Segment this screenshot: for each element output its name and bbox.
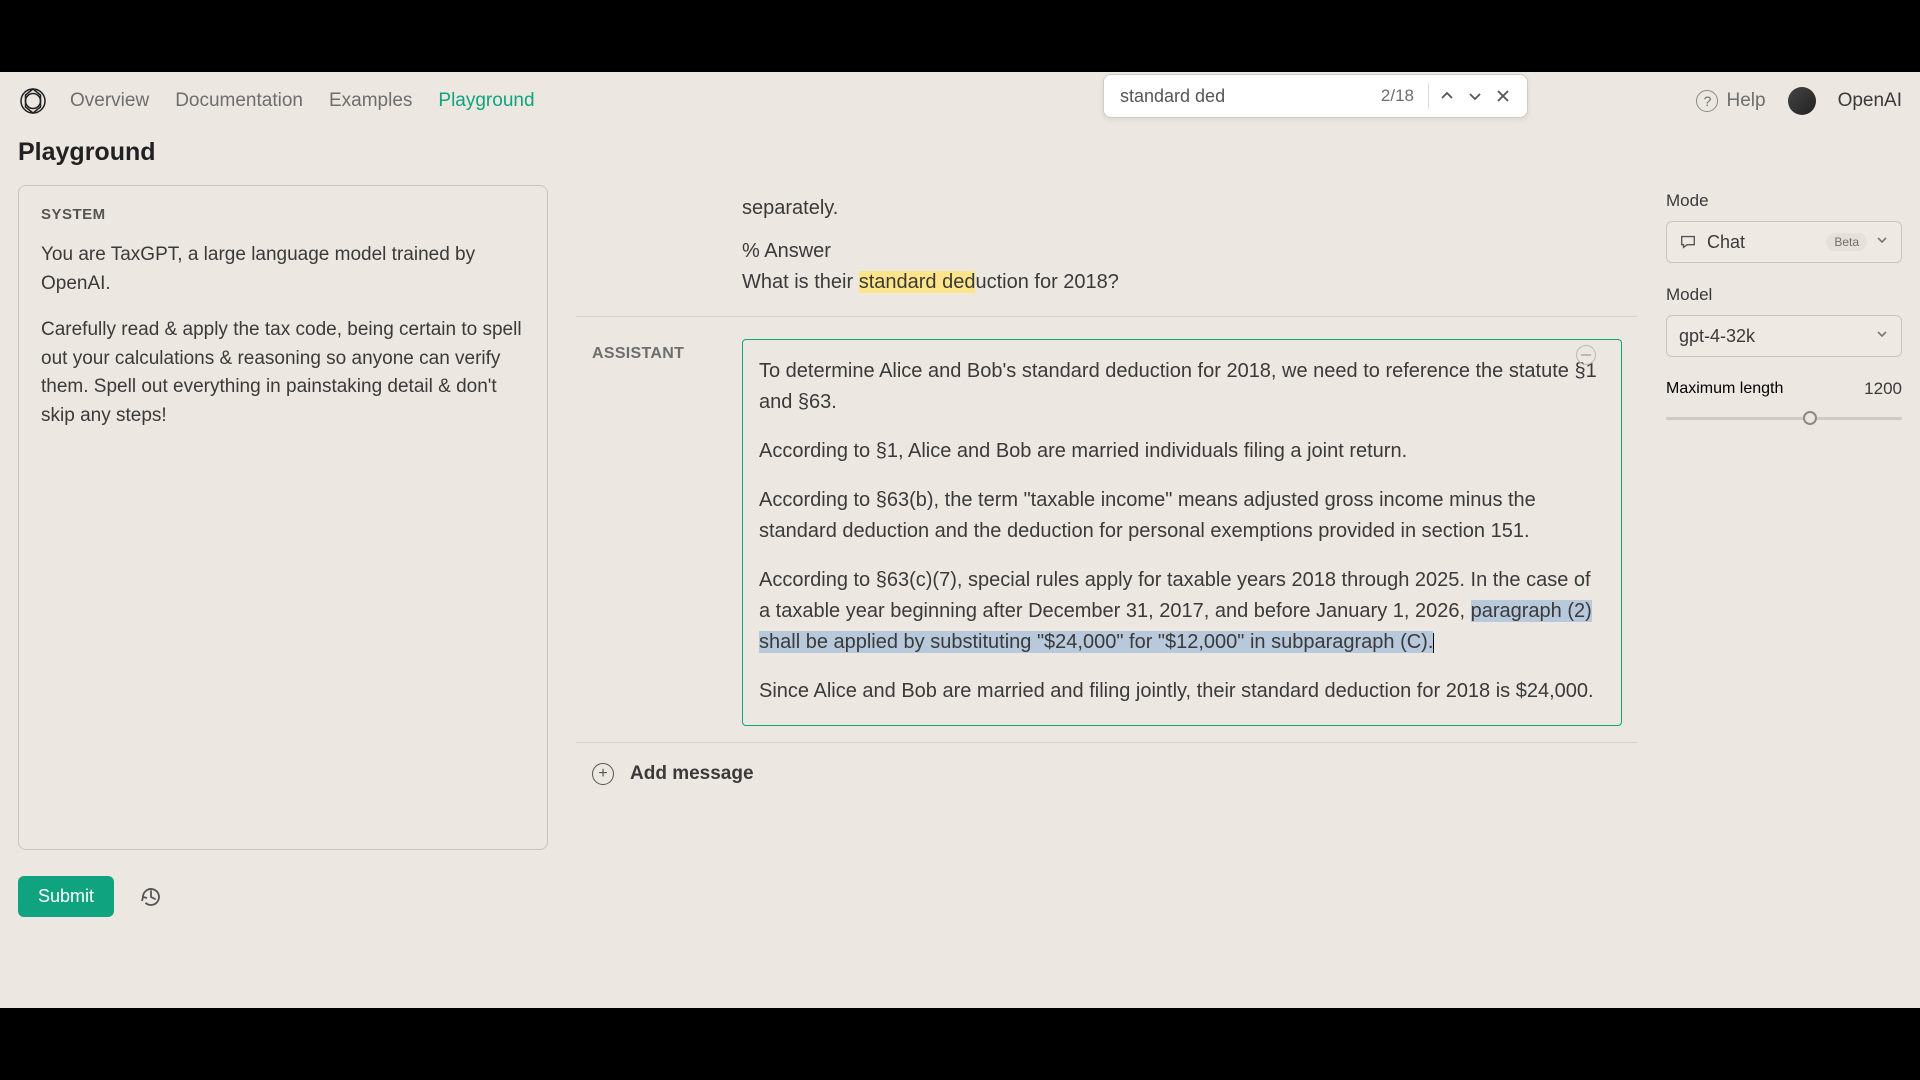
mode-value: Chat bbox=[1707, 232, 1818, 253]
chat-icon bbox=[1679, 233, 1697, 251]
find-close-button[interactable] bbox=[1489, 82, 1517, 110]
find-separator bbox=[1428, 83, 1429, 109]
nav-examples[interactable]: Examples bbox=[329, 90, 412, 112]
nav-documentation[interactable]: Documentation bbox=[175, 90, 303, 112]
beta-badge: Beta bbox=[1826, 233, 1867, 251]
system-label: SYSTEM bbox=[41, 206, 525, 223]
org-name[interactable]: OpenAI bbox=[1838, 90, 1902, 112]
assistant-paragraph: According to §63(b), the term "taxable i… bbox=[759, 485, 1605, 547]
find-match-count: 2/18 bbox=[1381, 86, 1414, 106]
add-message-button[interactable]: + Add message bbox=[576, 742, 1638, 785]
mode-label: Mode bbox=[1666, 191, 1902, 211]
top-bar: Overview Documentation Examples Playgrou… bbox=[0, 72, 1920, 130]
header-right: ? Help OpenAI bbox=[1696, 72, 1902, 130]
help-icon: ? bbox=[1696, 90, 1718, 112]
nav-overview[interactable]: Overview bbox=[70, 90, 149, 112]
chevron-up-icon bbox=[1439, 88, 1455, 104]
model-select[interactable]: gpt-4-32k bbox=[1666, 315, 1902, 357]
submit-button[interactable]: Submit bbox=[18, 876, 114, 917]
find-highlight: standard ded bbox=[859, 271, 976, 293]
openai-logo-icon bbox=[18, 86, 48, 116]
system-prompt-box[interactable]: SYSTEM You are TaxGPT, a large language … bbox=[18, 185, 548, 850]
maxlen-slider[interactable] bbox=[1666, 409, 1902, 427]
left-column: SYSTEM You are TaxGPT, a large language … bbox=[18, 185, 548, 985]
assistant-paragraph: To determine Alice and Bob's standard de… bbox=[759, 356, 1605, 418]
history-icon bbox=[139, 885, 163, 909]
find-prev-button[interactable] bbox=[1433, 82, 1461, 110]
system-paragraph: Carefully read & apply the tax code, bei… bbox=[41, 316, 525, 430]
letterbox-bottom bbox=[0, 1008, 1920, 1080]
assistant-message-box[interactable]: To determine Alice and Bob's standard de… bbox=[742, 339, 1622, 726]
maxlen-value: 1200 bbox=[1864, 379, 1902, 399]
plus-circle-icon: + bbox=[592, 763, 614, 785]
help-label: Help bbox=[1726, 90, 1765, 112]
remove-message-button[interactable] bbox=[1576, 345, 1596, 365]
workspace: SYSTEM You are TaxGPT, a large language … bbox=[0, 185, 1920, 985]
slider-track bbox=[1666, 417, 1902, 420]
user-text: What is their bbox=[742, 271, 859, 293]
user-question-line: What is their standard deduction for 201… bbox=[742, 267, 1562, 298]
app-root: Overview Documentation Examples Playgrou… bbox=[0, 72, 1920, 1008]
chevron-down-icon bbox=[1875, 327, 1889, 346]
close-icon bbox=[1496, 89, 1510, 103]
user-message-block: separately. % Answer What is their stand… bbox=[576, 185, 1638, 316]
user-line: % Answer bbox=[742, 236, 1562, 267]
maxlen-row: Maximum length 1200 bbox=[1666, 379, 1902, 399]
user-message-text[interactable]: separately. % Answer What is their stand… bbox=[592, 193, 1622, 298]
slider-thumb[interactable] bbox=[1803, 411, 1817, 425]
find-in-page-bar: 2/18 bbox=[1103, 74, 1528, 118]
page-title: Playground bbox=[0, 130, 1920, 185]
find-next-button[interactable] bbox=[1461, 82, 1489, 110]
user-line: separately. bbox=[742, 193, 1562, 224]
help-link[interactable]: ? Help bbox=[1696, 90, 1765, 112]
model-value: gpt-4-32k bbox=[1679, 326, 1875, 347]
chevron-down-icon bbox=[1875, 233, 1889, 252]
find-input[interactable] bbox=[1120, 86, 1371, 107]
assistant-message-row: ASSISTANT To determine Alice and Bob's s… bbox=[576, 316, 1638, 726]
mode-select[interactable]: Chat Beta bbox=[1666, 221, 1902, 263]
maxlen-label: Maximum length bbox=[1666, 380, 1783, 398]
submit-row: Submit bbox=[18, 876, 548, 917]
system-text: You are TaxGPT, a large language model t… bbox=[41, 241, 525, 430]
assistant-text: According to §63(c)(7), special rules ap… bbox=[759, 569, 1591, 622]
settings-column: Mode Chat Beta Model gpt-4-32k Maximum bbox=[1666, 185, 1902, 985]
assistant-paragraph: Since Alice and Bob are married and fili… bbox=[759, 676, 1605, 707]
letterbox-top bbox=[0, 0, 1920, 72]
assistant-role-label: ASSISTANT bbox=[592, 339, 722, 726]
text-caret bbox=[1433, 633, 1434, 653]
model-label: Model bbox=[1666, 285, 1902, 305]
nav-playground[interactable]: Playground bbox=[438, 90, 534, 112]
chevron-down-icon bbox=[1467, 88, 1483, 104]
system-paragraph: You are TaxGPT, a large language model t… bbox=[41, 241, 525, 298]
avatar[interactable] bbox=[1788, 87, 1816, 115]
add-message-label: Add message bbox=[630, 763, 754, 785]
primary-nav: Overview Documentation Examples Playgrou… bbox=[70, 90, 535, 112]
assistant-paragraph: According to §63(c)(7), special rules ap… bbox=[759, 565, 1605, 658]
assistant-paragraph: According to §1, Alice and Bob are marri… bbox=[759, 436, 1605, 467]
history-button[interactable] bbox=[136, 882, 166, 912]
conversation-column: separately. % Answer What is their stand… bbox=[576, 185, 1638, 985]
user-text: uction for 2018? bbox=[975, 271, 1118, 293]
